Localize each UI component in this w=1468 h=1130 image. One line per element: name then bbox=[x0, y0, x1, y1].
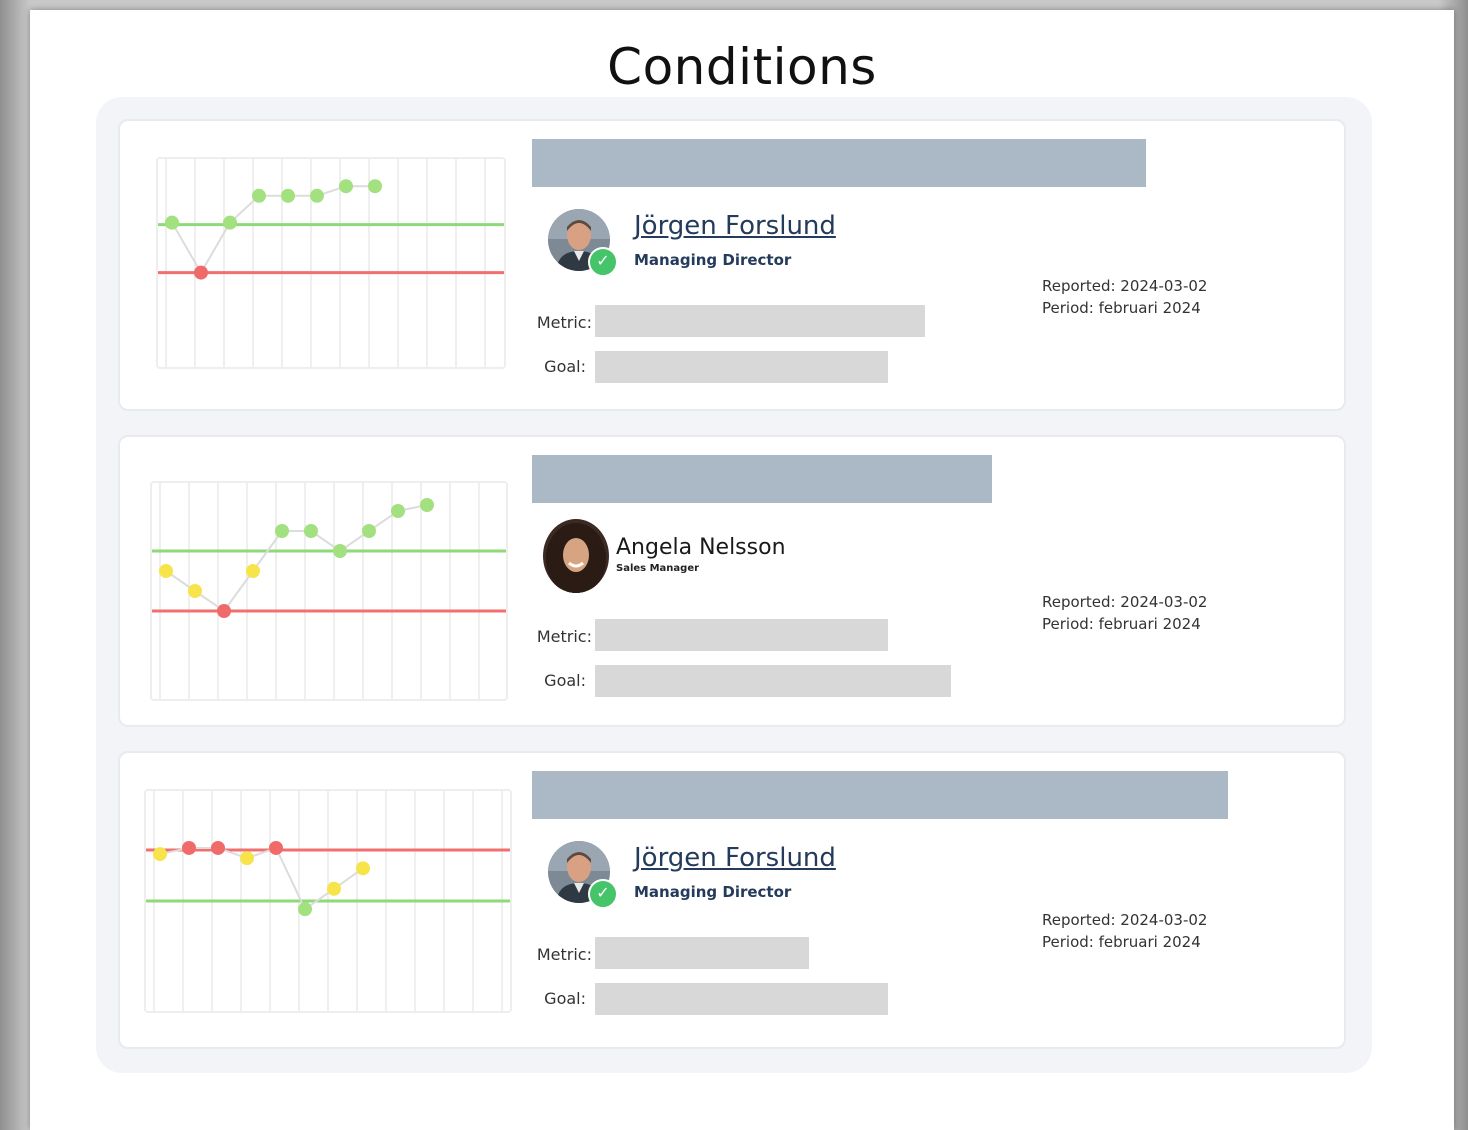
report-meta: Reported: 2024-03-02 Period: februari 20… bbox=[1042, 591, 1207, 635]
period-text: Period: februari 2024 bbox=[1042, 933, 1201, 951]
report-meta: Reported: 2024-03-02 Period: februari 20… bbox=[1042, 909, 1207, 953]
condition-chart bbox=[150, 481, 508, 701]
chart-point bbox=[182, 840, 196, 855]
chart-point bbox=[275, 524, 289, 538]
condition-card[interactable]: ✓ Jörgen Forslund Managing Director Metr… bbox=[118, 119, 1346, 411]
person-name: Angela Nelsson bbox=[616, 535, 786, 560]
chart-point bbox=[333, 544, 347, 558]
goal-label: Goal: bbox=[544, 357, 586, 376]
chart-point bbox=[339, 179, 353, 194]
goal-field[interactable] bbox=[595, 983, 888, 1015]
chart-point bbox=[269, 840, 283, 855]
goal-field[interactable] bbox=[595, 665, 951, 697]
avatar[interactable] bbox=[543, 519, 609, 593]
person-name-link[interactable]: Jörgen Forslund bbox=[634, 211, 836, 241]
conditions-panel: ✓ Jörgen Forslund Managing Director Metr… bbox=[96, 97, 1372, 1073]
chart-series-line bbox=[165, 504, 428, 613]
metric-field[interactable] bbox=[595, 619, 888, 651]
chart-point bbox=[327, 881, 341, 896]
chart-point bbox=[368, 179, 382, 194]
chart-point bbox=[252, 188, 266, 203]
period-text: Period: februari 2024 bbox=[1042, 615, 1201, 633]
condition-chart-svg bbox=[158, 159, 504, 367]
page-title: Conditions bbox=[607, 38, 877, 96]
chart-point bbox=[420, 498, 434, 512]
metric-field[interactable] bbox=[595, 937, 809, 969]
chart-point bbox=[194, 265, 208, 280]
condition-chart-svg bbox=[146, 791, 510, 1011]
period-text: Period: februari 2024 bbox=[1042, 299, 1201, 317]
person-role: Sales Manager bbox=[616, 563, 700, 574]
condition-title-placeholder[interactable] bbox=[532, 455, 992, 503]
reported-date: Reported: 2024-03-02 bbox=[1042, 593, 1208, 611]
chart-point bbox=[304, 524, 318, 538]
condition-chart-svg bbox=[152, 483, 506, 699]
condition-card[interactable]: ✓ Jörgen Forslund Managing Director Metr… bbox=[118, 751, 1346, 1049]
condition-title-placeholder[interactable] bbox=[532, 771, 1228, 819]
chart-point bbox=[356, 861, 370, 876]
metric-label: Metric: bbox=[536, 627, 592, 646]
report-page: Conditions ✓ Jörgen Forslund Managing Di… bbox=[30, 10, 1454, 1130]
chart-point bbox=[362, 524, 376, 538]
goal-label: Goal: bbox=[544, 989, 586, 1008]
person-role: Managing Director bbox=[634, 251, 792, 269]
chart-point bbox=[217, 604, 231, 618]
person-role: Managing Director bbox=[634, 883, 792, 901]
chart-point bbox=[391, 504, 405, 518]
chart-point bbox=[281, 188, 295, 203]
verified-check-icon: ✓ bbox=[588, 879, 618, 909]
verified-check-icon: ✓ bbox=[588, 247, 618, 277]
chart-point bbox=[188, 584, 202, 598]
chart-point bbox=[223, 215, 237, 230]
chart-point bbox=[211, 840, 225, 855]
goal-label: Goal: bbox=[544, 671, 586, 690]
chart-point bbox=[159, 564, 173, 578]
metric-label: Metric: bbox=[536, 945, 592, 964]
chart-point bbox=[298, 902, 312, 917]
avatar-woman-image bbox=[543, 519, 609, 593]
goal-field[interactable] bbox=[595, 351, 888, 383]
chart-point bbox=[246, 564, 260, 578]
chart-point bbox=[153, 847, 167, 862]
condition-chart bbox=[144, 789, 512, 1013]
chart-series-line bbox=[171, 185, 375, 275]
condition-title-placeholder[interactable] bbox=[532, 139, 1146, 187]
chart-point bbox=[240, 851, 254, 866]
chart-point bbox=[310, 188, 324, 203]
metric-label: Metric: bbox=[536, 313, 592, 332]
person-name-link[interactable]: Jörgen Forslund bbox=[634, 843, 836, 873]
reported-date: Reported: 2024-03-02 bbox=[1042, 277, 1208, 295]
condition-chart bbox=[156, 157, 506, 369]
report-meta: Reported: 2024-03-02 Period: februari 20… bbox=[1042, 275, 1207, 319]
chart-point bbox=[165, 215, 179, 230]
condition-card[interactable]: Angela Nelsson Sales Manager Metric: Goa… bbox=[118, 435, 1346, 727]
reported-date: Reported: 2024-03-02 bbox=[1042, 911, 1208, 929]
metric-field[interactable] bbox=[595, 305, 925, 337]
